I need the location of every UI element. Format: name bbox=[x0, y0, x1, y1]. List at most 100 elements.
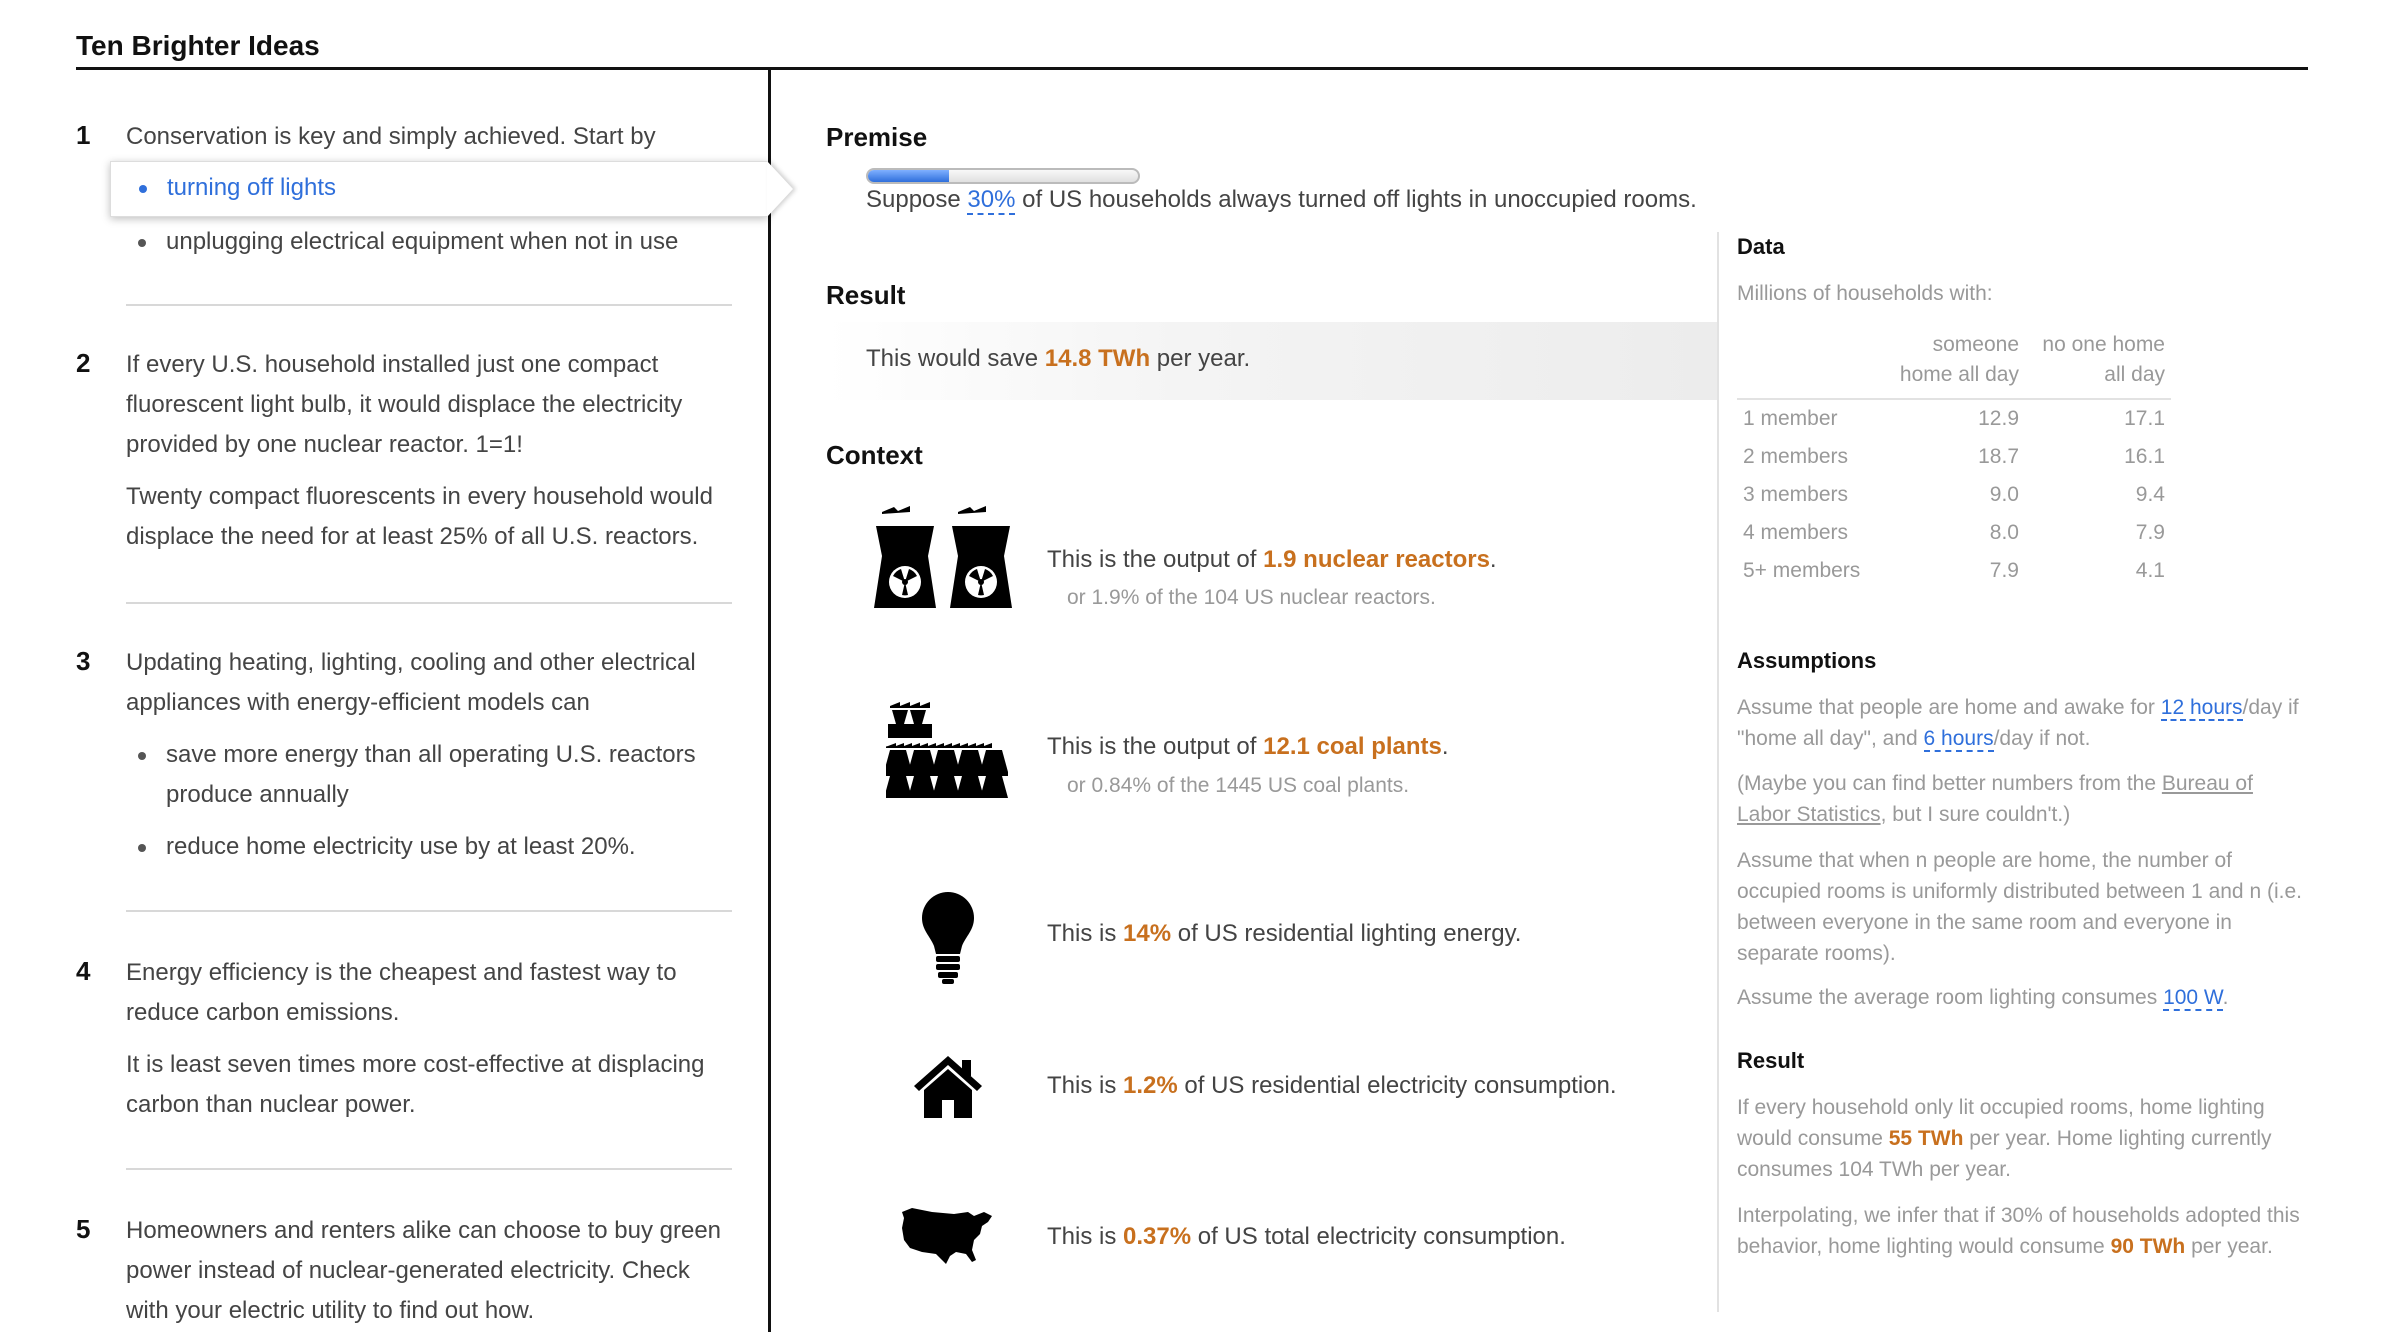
idea-3-text: Updating heating, lighting, cooling and … bbox=[126, 643, 736, 879]
context-coal-subtext: or 0.84% of the 1445 US coal plants. bbox=[1067, 774, 1410, 797]
assumption-text: Assume that people are home and awake fo… bbox=[1737, 696, 2161, 719]
column-divider bbox=[768, 70, 771, 1332]
table-cell: 4.1 bbox=[2135, 559, 2165, 582]
context-text-before: This is bbox=[1047, 920, 1124, 947]
context-lighting-value: 14% bbox=[1123, 920, 1172, 947]
premise-percentage-value[interactable]: 30% bbox=[967, 186, 1016, 215]
table-header-no-one-home: no one home all day bbox=[2025, 330, 2171, 400]
table-row: 2 members 18.7 16.1 bbox=[1737, 438, 2171, 476]
table-row: 3 members 9.0 9.4 bbox=[1737, 476, 2171, 514]
usa-map-icon bbox=[902, 1208, 992, 1264]
table-row: 4 members 8.0 7.9 bbox=[1737, 514, 2171, 552]
context-total-value: 0.37% bbox=[1123, 1223, 1192, 1250]
assumption-text: (Maybe you can find better numbers from … bbox=[1737, 772, 2162, 795]
table-cell: 18.7 bbox=[1978, 445, 2019, 468]
coal-plant-icon bbox=[886, 702, 1008, 798]
context-text-after: . bbox=[1441, 733, 1449, 760]
context-reactors-subtext: or 1.9% of the 104 US nuclear reactors. bbox=[1067, 586, 1436, 609]
data-caption: Millions of households with: bbox=[1737, 282, 1993, 305]
selected-option-callout[interactable]: turning off lights bbox=[110, 161, 768, 217]
idea-number: 5 bbox=[76, 1214, 91, 1244]
assumption-wattage: Assume the average room lighting consume… bbox=[1737, 982, 2307, 1013]
table-cell-label: 1 member bbox=[1743, 407, 1838, 430]
table-cell: 7.9 bbox=[1989, 559, 2019, 582]
interpolated-consumption-value: 90 TWh bbox=[2110, 1235, 2186, 1258]
context-text-after: of US residential lighting energy. bbox=[1171, 920, 1522, 947]
idea-separator bbox=[126, 1168, 732, 1170]
table-header-someone-home: someone home all day bbox=[1879, 330, 2025, 400]
adoption-slider[interactable] bbox=[866, 168, 1140, 184]
bullet-dot bbox=[139, 185, 147, 193]
result-heading: Result bbox=[826, 280, 906, 310]
context-coal-value: 12.1 coal plants bbox=[1263, 733, 1442, 760]
context-text-before: This is the output of bbox=[1047, 733, 1264, 760]
idea-number: 3 bbox=[76, 646, 91, 676]
assumption-text: . bbox=[2222, 986, 2229, 1009]
table-cell-label: 3 members bbox=[1743, 483, 1849, 506]
assumption-rooms: Assume that when n people are home, the … bbox=[1737, 849, 2302, 965]
table-cell-label: 4 members bbox=[1743, 521, 1849, 544]
context-heading: Context bbox=[826, 440, 923, 470]
awake-hours-home-value[interactable]: 12 hours bbox=[2160, 696, 2243, 721]
sidebar-divider bbox=[1717, 232, 1719, 1312]
idea-4-text: Energy efficiency is the cheapest and fa… bbox=[126, 953, 736, 1137]
assumption-text: Assume the average room lighting consume… bbox=[1737, 986, 2164, 1009]
table-cell: 9.0 bbox=[1989, 483, 2019, 506]
result-value: 14.8 TWh bbox=[1044, 345, 1151, 372]
table-row: 5+ members 7.9 4.1 bbox=[1737, 552, 2171, 590]
awake-hours-away-value[interactable]: 6 hours bbox=[1923, 727, 1994, 752]
table-header-row: someone home all day no one home all day bbox=[1737, 330, 2171, 400]
idea-number: 1 bbox=[76, 120, 91, 150]
table-row: 1 member 12.9 17.1 bbox=[1737, 399, 2171, 438]
table-cell: 7.9 bbox=[2135, 521, 2165, 544]
option-unplugging-equipment[interactable]: unplugging electrical equipment when not… bbox=[126, 222, 736, 262]
idea-separator bbox=[126, 602, 732, 604]
idea-intro: Updating heating, lighting, cooling and … bbox=[126, 649, 696, 716]
context-text-after: . bbox=[1489, 546, 1497, 573]
table-cell: 17.1 bbox=[2124, 407, 2165, 430]
idea-paragraph: Homeowners and renters alike can choose … bbox=[126, 1217, 722, 1324]
option-turning-off-lights[interactable]: turning off lights bbox=[167, 174, 336, 202]
house-icon bbox=[914, 1056, 982, 1118]
premise-text-after: of US households always turned off light… bbox=[1015, 186, 1697, 213]
page: Ten Brighter Ideas 1 Conservation is key… bbox=[0, 0, 2390, 1332]
table-cell: 8.0 bbox=[1989, 521, 2019, 544]
premise-text-before: Suppose bbox=[866, 186, 968, 213]
idea-2-text: If every U.S. household installed just o… bbox=[126, 345, 736, 569]
households-table: someone home all day no one home all day… bbox=[1737, 330, 2171, 590]
table-cell: 9.4 bbox=[2135, 483, 2165, 506]
idea-1-options: unplugging electrical equipment when not… bbox=[126, 222, 736, 274]
table-cell-label: 2 members bbox=[1743, 445, 1849, 468]
context-residential-value: 1.2% bbox=[1123, 1072, 1178, 1099]
result-text: per year. bbox=[2185, 1235, 2273, 1258]
idea-5-text: Homeowners and renters alike can choose … bbox=[126, 1211, 736, 1343]
assumption-text: , but I sure couldn't.) bbox=[1880, 803, 2071, 826]
result-text-before: This would save bbox=[866, 345, 1045, 372]
data-heading: Data bbox=[1737, 234, 1785, 259]
table-cell: 12.9 bbox=[1978, 407, 2019, 430]
idea-number: 2 bbox=[76, 348, 91, 378]
sidebar-result-paragraph-1: If every household only lit occupied roo… bbox=[1737, 1092, 2307, 1185]
table-header-empty bbox=[1737, 330, 1879, 400]
premise-heading: Premise bbox=[826, 122, 928, 152]
context-reactors-text: This is the output of 1.9 nuclear reacto… bbox=[1047, 546, 1497, 574]
idea-paragraph: It is least seven times more cost-effect… bbox=[126, 1051, 705, 1118]
assumptions-heading: Assumptions bbox=[1737, 648, 1877, 673]
context-text-before: This is bbox=[1047, 1072, 1124, 1099]
idea-paragraph: If every U.S. household installed just o… bbox=[126, 351, 683, 458]
context-text-before: This is bbox=[1047, 1223, 1124, 1250]
nuclear-reactor-icon bbox=[874, 506, 1012, 608]
result-text: This would save 14.8 TWh per year. bbox=[866, 345, 1250, 373]
assumption-bls-note: (Maybe you can find better numbers from … bbox=[1737, 768, 2307, 830]
table-cell: 16.1 bbox=[2124, 445, 2165, 468]
assumption-hours: Assume that people are home and awake fo… bbox=[1737, 692, 2307, 754]
ideas-list: 1 Conservation is key and simply achieve… bbox=[0, 0, 768, 1332]
context-residential-text: This is 1.2% of US residential electrici… bbox=[1047, 1072, 1617, 1100]
idea-paragraph: Twenty compact fluorescents in every hou… bbox=[126, 483, 713, 550]
idea-paragraph: Energy efficiency is the cheapest and fa… bbox=[126, 959, 677, 1026]
idea-separator bbox=[126, 910, 732, 912]
idea-intro: Conservation is key and simply achieved.… bbox=[126, 123, 656, 150]
list-item: save more energy than all operating U.S.… bbox=[126, 735, 736, 815]
room-lighting-watts-value[interactable]: 100 W bbox=[2163, 986, 2223, 1011]
adoption-slider-fill bbox=[868, 170, 949, 182]
